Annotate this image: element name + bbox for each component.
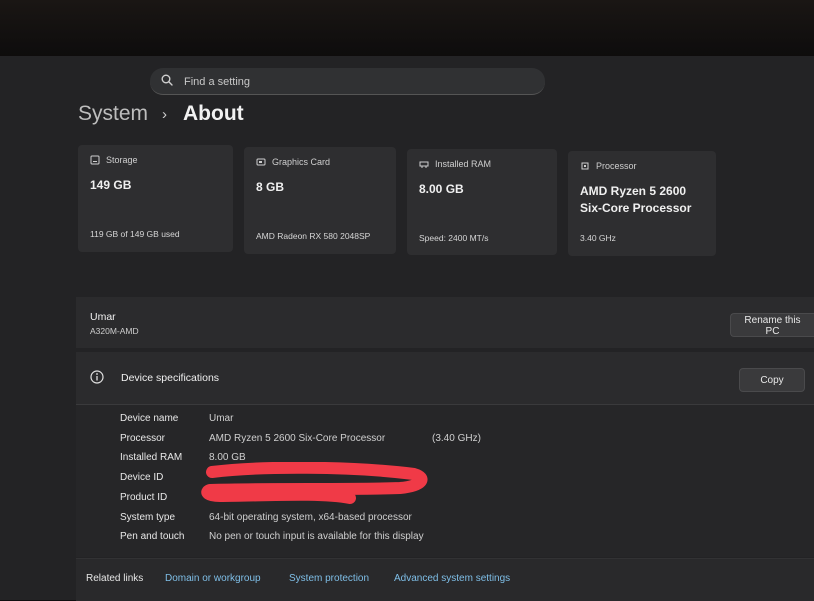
spec-row-system-type: System type 64-bit operating system, x64… (120, 512, 520, 526)
related-links-label: Related links (86, 573, 144, 584)
search-input[interactable] (182, 72, 526, 92)
spec-value: No pen or touch input is available for t… (209, 531, 424, 542)
pc-name-row: Umar A320M-AMD Rename this PC (76, 297, 814, 348)
storage-card: Storage 149 GB 119 GB of 149 GB used (78, 145, 233, 252)
spec-key: Device name (120, 413, 179, 424)
spec-extra: (3.40 GHz) (432, 433, 481, 444)
processor-card: Processor AMD Ryzen 5 2600 Six-Core Proc… (568, 151, 716, 256)
processor-icon (581, 162, 589, 170)
processor-value-line1: AMD Ryzen 5 2600 (580, 184, 687, 198)
processor-value: AMD Ryzen 5 2600 Six-Core Processor (580, 183, 691, 217)
domain-workgroup-link[interactable]: Domain or workgroup (165, 573, 261, 584)
system-protection-link[interactable]: System protection (289, 573, 369, 584)
spec-value: 64-bit operating system, x64-based proce… (209, 512, 412, 523)
advanced-system-settings-link[interactable]: Advanced system settings (394, 573, 510, 584)
processor-label: Processor (596, 161, 637, 171)
spec-value: AMD Ryzen 5 2600 Six-Core Processor (209, 433, 386, 444)
device-specs-title: Device specifications (121, 372, 220, 384)
related-links-bar: Related links Domain or workgroup System… (76, 558, 814, 601)
ram-speed: Speed: 2400 MT/s (419, 233, 489, 243)
spec-key: Device ID (120, 472, 164, 483)
storage-label: Storage (106, 155, 138, 165)
spec-key: Processor (120, 433, 166, 444)
info-icon (90, 370, 104, 384)
copy-button[interactable]: Copy (739, 368, 805, 392)
search-icon (161, 74, 173, 86)
redaction-scribble (201, 462, 428, 504)
pc-name: Umar (90, 311, 116, 323)
spec-key: Pen and touch (120, 531, 185, 542)
spec-value: Umar (209, 413, 234, 424)
monitor-bezel (0, 0, 814, 58)
storage-value: 149 GB (90, 178, 132, 192)
spec-row-pen-touch: Pen and touch No pen or touch input is a… (120, 531, 520, 545)
pc-model: A320M-AMD (90, 326, 139, 336)
storage-usage: 119 GB of 149 GB used (90, 229, 180, 239)
processor-value-line2: Six-Core Processor (580, 201, 692, 215)
page-title: About (183, 102, 244, 125)
ram-icon (419, 161, 429, 168)
ram-label: Installed RAM (435, 159, 492, 169)
processor-speed: 3.40 GHz (580, 233, 616, 243)
graphics-card-icon (256, 158, 266, 166)
ram-card: Installed RAM 8.00 GB Speed: 2400 MT/s (407, 149, 557, 255)
graphics-label: Graphics Card (272, 157, 331, 167)
graphics-card: Graphics Card 8 GB AMD Radeon RX 580 204… (244, 147, 396, 254)
spec-key: Installed RAM (120, 452, 183, 463)
spec-key: Product ID (120, 492, 168, 503)
breadcrumb-system[interactable]: System (78, 102, 148, 126)
rename-pc-button[interactable]: Rename this PC (730, 313, 814, 337)
spec-key: System type (120, 512, 176, 523)
graphics-value: 8 GB (256, 180, 285, 194)
spec-row-device-name: Device name Umar (120, 413, 520, 427)
breadcrumb: System › About (78, 102, 244, 126)
ram-value: 8.00 GB (419, 182, 464, 196)
graphics-model: AMD Radeon RX 580 2048SP (256, 231, 371, 241)
device-specs-header[interactable]: Device specifications Copy (76, 352, 814, 405)
search-box[interactable] (150, 68, 545, 95)
chevron-right-icon: › (162, 105, 168, 123)
spec-row-processor: Processor AMD Ryzen 5 2600 Six-Core Proc… (120, 433, 520, 447)
storage-icon (90, 155, 100, 165)
